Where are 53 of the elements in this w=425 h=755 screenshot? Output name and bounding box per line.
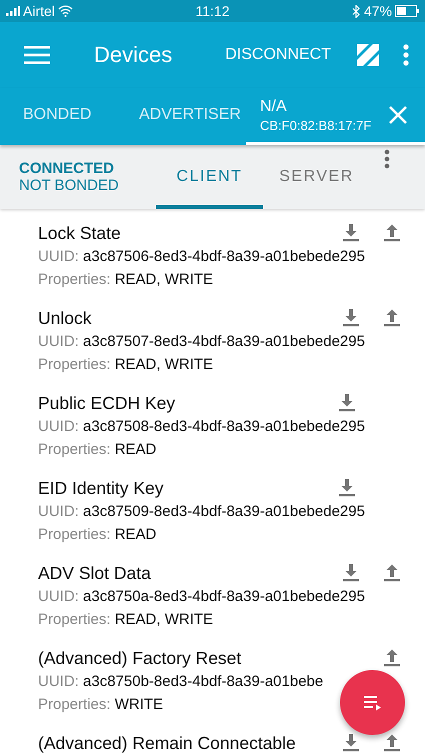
properties-text: Properties: READ, WRITE — [38, 270, 214, 290]
tab[interactable]: BONDED — [0, 88, 116, 145]
battery-percent: 47% — [364, 3, 392, 19]
wifi-icon — [58, 5, 73, 17]
more-icon — [384, 149, 390, 169]
connection-state: CONNECTED — [19, 160, 116, 177]
menu-icon — [24, 45, 50, 65]
properties-text: Properties: READ — [38, 440, 156, 460]
device-name: N/A — [260, 98, 288, 116]
uuid-text: UUID: a3c8750b-8ed3-4bdf-8a39-a01bebe — [38, 672, 324, 692]
close-icon[interactable] — [388, 105, 408, 125]
characteristic-name: EID Identity Key — [38, 477, 164, 500]
uuid-text: UUID: a3c87509-8ed3-4bdf-8a39-a01bebede295 — [38, 502, 365, 522]
properties-text: Properties: READ, WRITE — [38, 355, 214, 375]
more-icon — [403, 44, 409, 66]
device-address: CB:F0:82:B8:17:7F — [260, 118, 372, 132]
log-button[interactable] — [340, 670, 405, 735]
upload-icon — [382, 223, 402, 242]
download-icon — [341, 223, 361, 242]
properties-text: Properties: READ — [38, 525, 156, 545]
characteristic-name: ADV Slot Data — [38, 562, 151, 585]
download-icon — [337, 478, 357, 497]
download-icon — [337, 393, 357, 412]
bluetooth-icon — [352, 4, 361, 18]
tab[interactable]: ADVERTISER — [116, 88, 246, 145]
download-icon — [341, 308, 361, 327]
battery-icon — [395, 5, 419, 17]
playlist-icon — [362, 694, 384, 712]
characteristic-name: Public ECDH Key — [38, 392, 176, 415]
upload-icon — [382, 648, 402, 667]
upload-icon — [382, 563, 402, 582]
properties-text: Properties: WRITE — [38, 695, 164, 715]
clock: 11:12 — [196, 3, 230, 19]
download-icon — [341, 563, 361, 582]
bond-state: NOT BONDED — [19, 177, 120, 194]
characteristic-name: Unlock — [38, 307, 92, 330]
signal-icon — [6, 6, 20, 16]
uuid-text: UUID: a3c87506-8ed3-4bdf-8a39-a01bebede295 — [38, 247, 365, 267]
properties-text: Properties: READ, WRITE — [38, 610, 214, 630]
app-title: Devices — [94, 42, 174, 68]
uuid-text: UUID: a3c87508-8ed3-4bdf-8a39-a01bebede295 — [38, 417, 365, 437]
upload-icon — [382, 733, 402, 752]
download-icon — [341, 733, 361, 752]
uuid-text: UUID: a3c8750a-8ed3-4bdf-8a39-a01bebede295 — [38, 587, 365, 607]
characteristic-name: (Advanced) Factory Reset — [38, 647, 242, 670]
tab[interactable]: SERVER — [263, 145, 370, 209]
carrier-name: Airtel — [23, 3, 55, 19]
disconnect-button[interactable]: DISCONNECT — [219, 40, 337, 70]
tab[interactable]: CLIENT — [156, 145, 263, 209]
upload-icon — [382, 308, 402, 327]
characteristic-name: (Advanced) Remain Connectable — [38, 732, 296, 755]
characteristic-name: Lock State — [38, 222, 121, 245]
uuid-text: UUID: a3c87507-8ed3-4bdf-8a39-a01bebede295 — [38, 332, 365, 352]
